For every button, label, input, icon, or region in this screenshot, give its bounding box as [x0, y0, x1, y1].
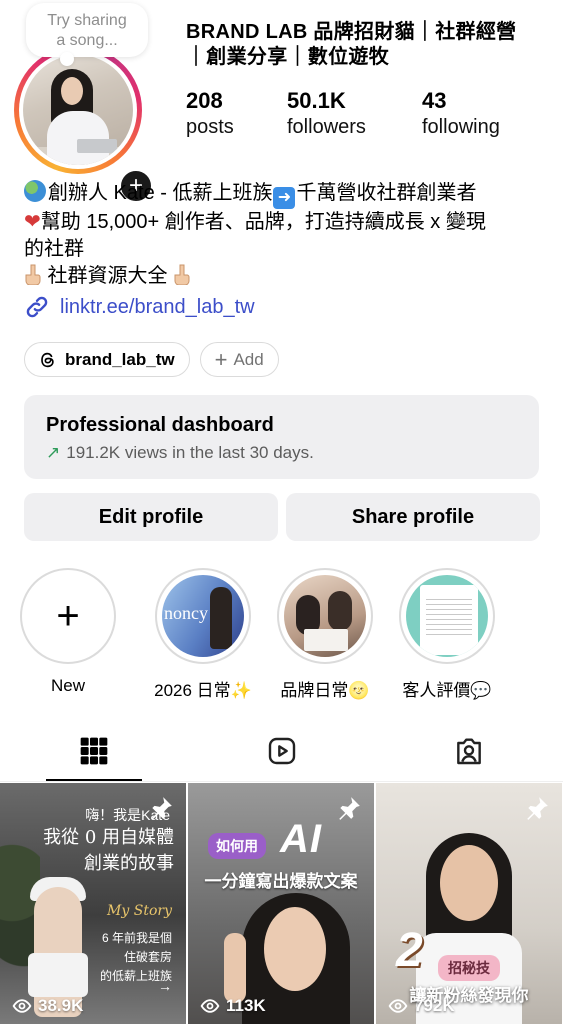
profile-tabs [0, 720, 563, 782]
post-overlay-title: 我從 0 用自媒體 創業的故事 [43, 825, 174, 877]
view-count: 38.9K [12, 996, 83, 1016]
bio-text-2: 幫助 15,000+ 創作者、品牌，打造持續成長 x 變現 [40, 211, 486, 233]
plus-icon: + [214, 346, 228, 372]
highlight-cover: noncy [162, 575, 244, 657]
bio-link[interactable]: linktr.ee/brand_lab_tw [24, 294, 255, 320]
posts-stat[interactable]: 208 posts [186, 88, 287, 140]
grid-icon [80, 737, 108, 764]
dashboard-subtitle: ↗ 191.2K views in the last 30 days. [46, 443, 517, 463]
add-label: Add [233, 349, 264, 369]
tab-reels[interactable] [188, 720, 376, 781]
highlight-item[interactable]: noncy 2026 日常✨ [142, 568, 264, 701]
post-thumbnail[interactable]: 嗨！我是Kate 我從 0 用自媒體 創業的故事 My Story 6 年前我是… [0, 783, 186, 1024]
edit-profile-button[interactable]: Edit profile [24, 493, 278, 541]
avatar-image [23, 55, 133, 165]
following-stat[interactable]: 43 following [422, 88, 500, 140]
professional-dashboard[interactable]: Professional dashboard ↗ 191.2K views in… [24, 395, 539, 479]
bio: 創辦人 Kate - 低薪上班族 ➜ 千萬營收社群創業者 ❤幫助 15,000+ 創… [24, 180, 544, 290]
view-count-text: 792K [414, 996, 455, 1015]
bio-text-4: 社群資源大全 [42, 265, 174, 287]
highlight-label: 2026 日常✨ [154, 681, 252, 700]
view-count-text: 38.9K [38, 996, 84, 1015]
pin-icon [527, 797, 548, 820]
tagged-icon [457, 737, 482, 764]
posts-grid: 嗨！我是Kate 我從 0 用自媒體 創業的故事 My Story 6 年前我是… [0, 783, 563, 1024]
bio-line-3: 的社群 [24, 236, 544, 263]
highlight-item[interactable]: 客人評價💬 [386, 568, 508, 701]
profile-avatar[interactable]: + [14, 40, 164, 204]
profile-name: BRAND LAB 品牌招財貓｜社群經營 ｜創業分享｜數位遊牧 [186, 20, 546, 70]
bio-line-1: 創辦人 Kate - 低薪上班族 ➜ 千萬營收社群創業者 [24, 180, 544, 209]
view-count: 792K [388, 996, 455, 1016]
plus-icon: + [56, 594, 80, 638]
threads-handle: brand_lab_tw [65, 349, 175, 369]
highlight-label: New [50, 676, 85, 695]
eye-icon [12, 999, 32, 1013]
post-overlay-text: AI [280, 817, 322, 861]
eye-icon [200, 999, 220, 1013]
right-arrow-icon: ➜ [273, 187, 296, 209]
link-icon [26, 296, 48, 318]
eye-icon [388, 999, 408, 1013]
story-highlights: + New noncy 2026 日常✨ 品牌日常🌝 客人評價💬 [20, 568, 508, 701]
trend-up-icon: ↗ [46, 443, 61, 462]
link-text[interactable]: linktr.ee/brand_lab_tw [60, 296, 255, 319]
post-overlay-text: My Story [107, 903, 172, 919]
highlight-cover [406, 575, 488, 657]
followers-stat[interactable]: 50.1K followers [287, 88, 422, 140]
reels-icon [268, 737, 295, 764]
profile-stats: 208 posts 50.1K followers 43 following [186, 88, 500, 140]
post-overlay-title: 一分鐘寫出爆款文案 [204, 872, 358, 891]
view-count: 113K [200, 996, 266, 1016]
following-count: 43 [422, 88, 447, 113]
note-bubble[interactable]: Try sharing a song... [26, 3, 148, 66]
heart-on-fire-icon: ❤ [24, 211, 41, 233]
pointing-down-hand-icon [174, 264, 190, 285]
globe-icon [24, 180, 46, 202]
story-ring [14, 46, 164, 174]
add-chip[interactable]: + Add [199, 342, 279, 377]
post-sub-line: 6 年前我是個 [101, 931, 172, 945]
highlight-cover [284, 575, 366, 657]
post-overlay-tag: 招秘技 [438, 955, 500, 981]
arrow-right-icon: → [158, 978, 172, 994]
post-thumbnail[interactable]: 2 招秘技 讓新粉絲發現你 792K [376, 783, 562, 1024]
bio-text-1: 創辦人 Kate - 低薪上班族 [48, 182, 273, 204]
post-title-line: 我從 0 用自媒體 [43, 827, 174, 848]
profile-actions: Edit profile Share profile [24, 493, 540, 541]
share-profile-button[interactable]: Share profile [286, 493, 540, 541]
post-sub-line: 住破套房 [123, 950, 172, 964]
bio-text-1b: 千萬營收社群創業者 [296, 182, 477, 204]
profile-chips: brand_lab_tw + Add [24, 342, 279, 377]
threads-icon [41, 352, 54, 367]
post-overlay-number: 2 [396, 924, 423, 977]
highlight-label: 品牌日常🌝 [280, 681, 370, 700]
highlight-new[interactable]: + New [20, 568, 116, 701]
dashboard-subtitle-text: 191.2K views in the last 30 days. [66, 443, 314, 462]
following-label: following [422, 116, 500, 138]
posts-label: posts [186, 116, 234, 138]
highlight-cover-text: noncy [164, 603, 208, 623]
bio-line-2: ❤幫助 15,000+ 創作者、品牌，打造持續成長 x 變現 [24, 209, 544, 236]
post-thumbnail[interactable]: 如何用 AI 一分鐘寫出爆款文案 113K [188, 783, 374, 1024]
followers-label: followers [287, 116, 366, 138]
highlight-item[interactable]: 品牌日常🌝 [264, 568, 386, 701]
posts-count: 208 [186, 88, 223, 113]
dashboard-title: Professional dashboard [46, 414, 274, 436]
post-title-line: 創業的故事 [84, 853, 174, 874]
pin-icon [151, 797, 172, 820]
view-count-text: 113K [226, 996, 266, 1015]
tab-tagged[interactable] [375, 720, 563, 781]
post-overlay-tag: 如何用 [208, 833, 266, 859]
pin-icon [339, 797, 360, 820]
profile-name-line1: BRAND LAB 品牌招財貓｜社群經營 [186, 21, 517, 43]
threads-chip[interactable]: brand_lab_tw [24, 342, 190, 377]
pointing-down-hand-icon [25, 264, 41, 285]
profile-name-line2: ｜創業分享｜數位遊牧 [186, 46, 389, 68]
followers-count: 50.1K [287, 88, 346, 113]
highlight-label: 客人評價💬 [402, 681, 492, 700]
tab-posts-grid[interactable] [0, 720, 188, 781]
bio-line-4: 社群資源大全 [24, 263, 544, 290]
bio-text-3: 的社群 [24, 238, 84, 260]
